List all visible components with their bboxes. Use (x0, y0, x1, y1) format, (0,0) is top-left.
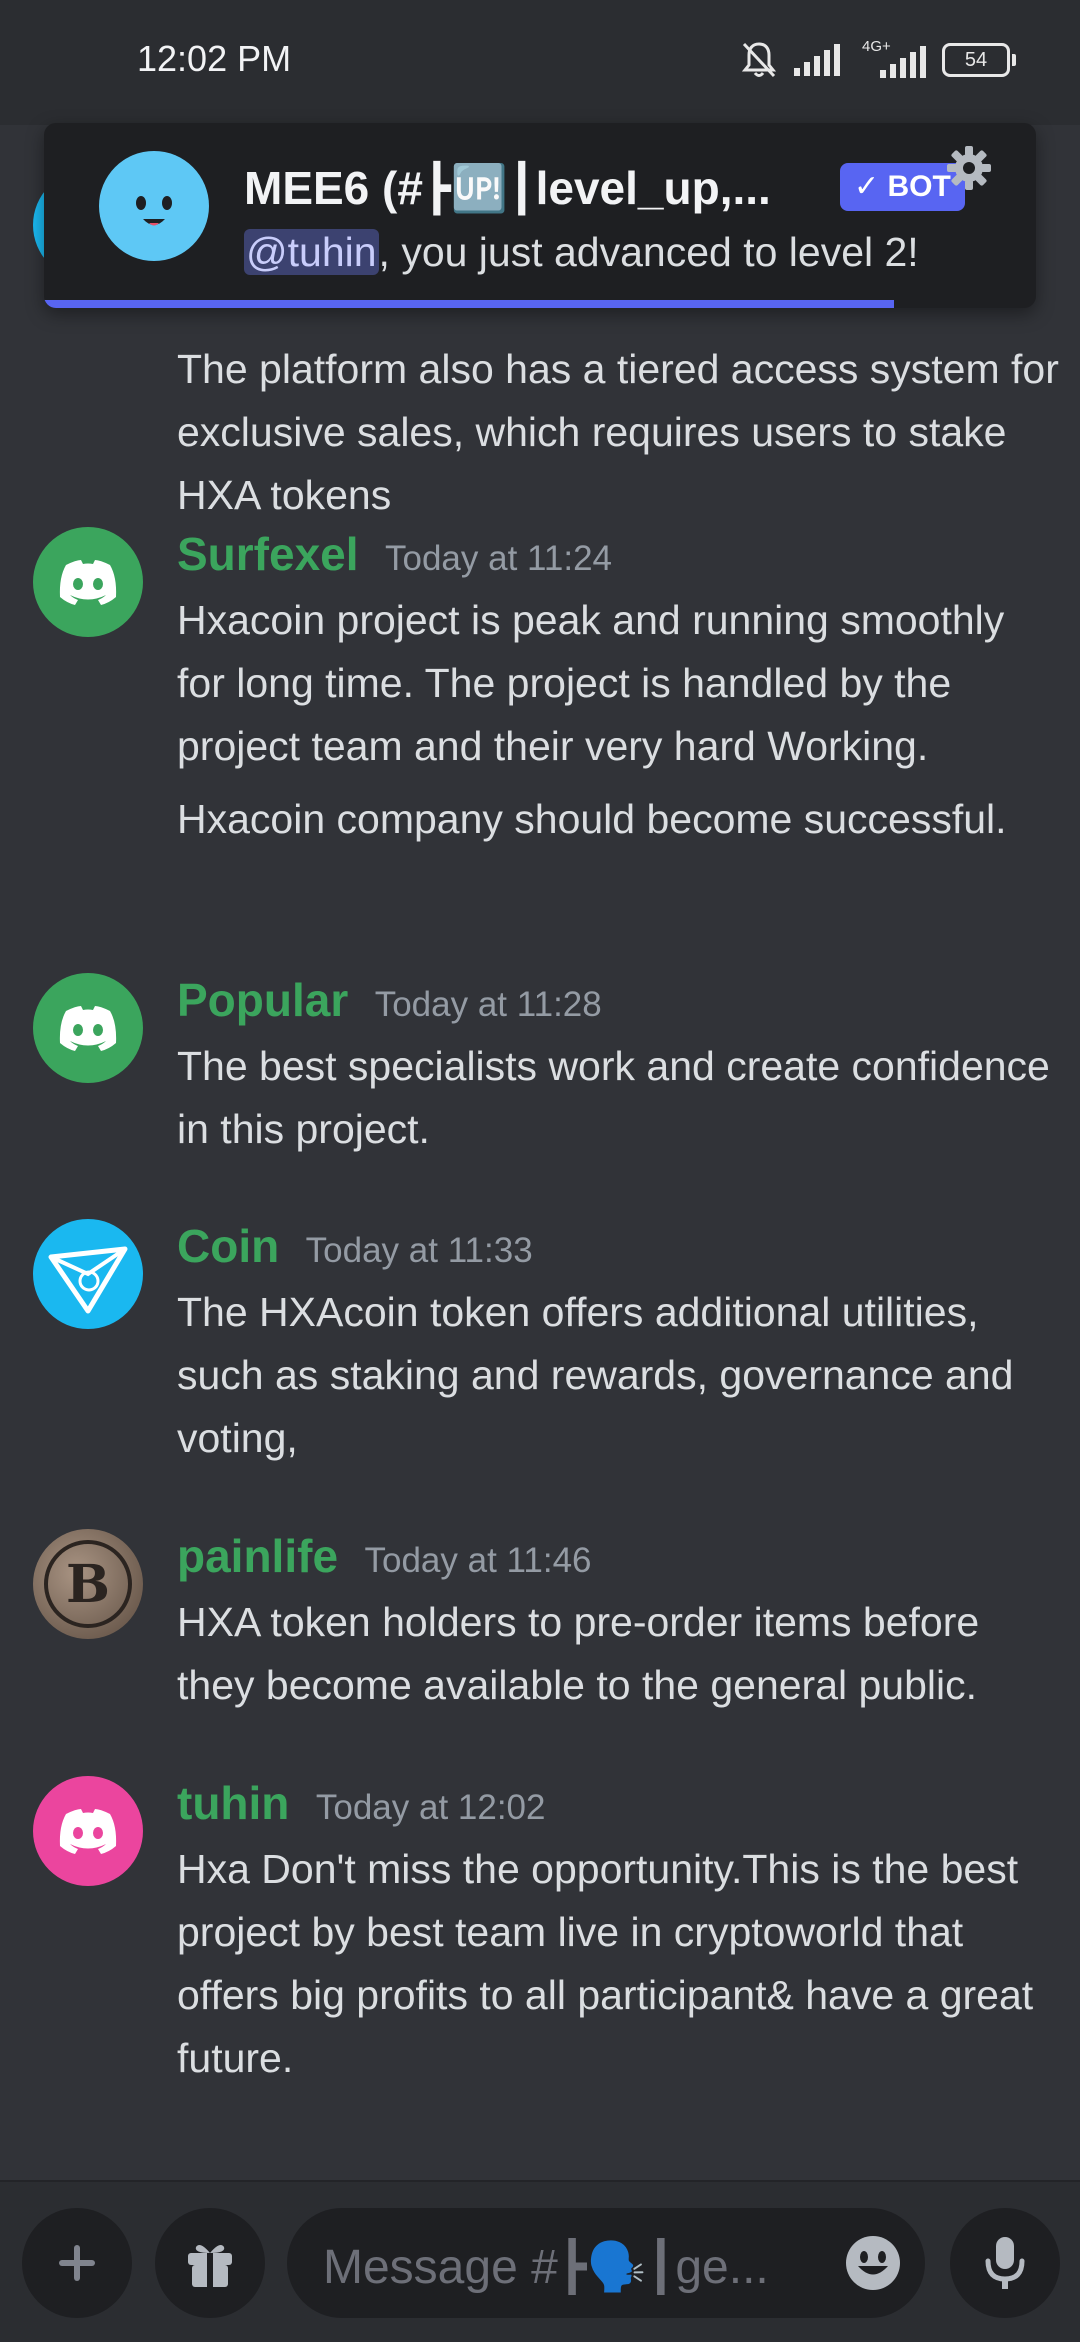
battery-indicator: 54 (942, 43, 1016, 77)
discord-logo-icon (59, 1006, 117, 1051)
status-bar: 12:02 PM 4G+ 54 (0, 0, 1080, 125)
status-icons: 4G+ 54 (740, 38, 1016, 80)
username[interactable]: Coin (177, 1220, 279, 1272)
username[interactable]: Popular (177, 974, 348, 1026)
message-placeholder: Message #┣🗣️┃ge... (323, 2241, 769, 2294)
avatar[interactable] (33, 527, 143, 637)
mee6-face-icon (136, 196, 172, 226)
message-text: HXA token holders to pre-order items bef… (177, 1599, 980, 1708)
message-text: Hxacoin project is peak and running smoo… (177, 597, 1005, 769)
username[interactable]: Surfexel (177, 528, 359, 580)
notification-text: @tuhin, you just advanced to level 2! (244, 229, 919, 276)
mee6-avatar (99, 151, 209, 261)
gift-icon (188, 2245, 232, 2287)
avatar[interactable]: B (33, 1529, 143, 1639)
battery-level: 54 (964, 49, 988, 71)
discord-logo-icon (59, 1809, 117, 1854)
svg-text:B: B (66, 1554, 110, 1615)
discord-logo-icon (59, 560, 117, 605)
message-text: The best specialists work and create con… (177, 1043, 1050, 1152)
message-text: Hxa Don't miss the opportunity.This is t… (177, 1846, 1034, 2081)
notification-title: MEE6 (#┣🆙┃level_up,... (244, 162, 771, 214)
bell-muted-icon (741, 42, 777, 78)
bitcoin-coin-icon: B (44, 1540, 132, 1628)
avatar[interactable] (33, 973, 143, 1083)
checkmark-icon: ✓ (854, 170, 880, 203)
level-up-notification[interactable]: MEE6 (#┣🆙┃level_up,... ✓ BOT @tuhin, you… (44, 123, 1036, 308)
gear-icon[interactable] (946, 145, 992, 191)
avatar[interactable] (33, 1776, 143, 1886)
timestamp: Today at 11:33 (305, 1231, 533, 1270)
message-text: The HXAcoin token offers additional util… (177, 1289, 1014, 1461)
message-text: Hxacoin company should become successful… (177, 796, 1007, 842)
timestamp: Today at 11:24 (384, 539, 613, 578)
timestamp: Today at 12:02 (315, 1788, 546, 1827)
user-mention[interactable]: @tuhin (244, 229, 379, 275)
message-input[interactable]: Message #┣🗣️┃ge... (287, 2208, 925, 2318)
add-attachment-button[interactable] (22, 2208, 132, 2318)
timestamp: Today at 11:46 (364, 1541, 592, 1580)
message-text: The platform also has a tiered access sy… (177, 346, 1059, 518)
gift-button[interactable] (155, 2208, 265, 2318)
network-4g-indicator: 4G+ (860, 38, 926, 78)
username[interactable]: tuhin (177, 1777, 289, 1829)
emoji-icon[interactable] (843, 2233, 903, 2293)
notification-timer-bar (44, 300, 894, 308)
plus-icon (59, 2245, 95, 2281)
signal-icon (794, 44, 840, 76)
message-list[interactable]: The platform also has a tiered access sy… (0, 125, 1080, 2180)
microphone-icon (985, 2237, 1025, 2289)
bot-badge-label: BOT (887, 170, 951, 203)
notification-message: , you just advanced to level 2! (378, 229, 919, 275)
timestamp: Today at 11:28 (374, 985, 602, 1024)
signal-4g-icon (880, 46, 926, 78)
coin-logo-icon (48, 1246, 128, 1314)
username[interactable]: painlife (177, 1530, 338, 1582)
avatar[interactable] (33, 1219, 143, 1329)
voice-message-button[interactable] (950, 2208, 1060, 2318)
status-time: 12:02 PM (137, 38, 292, 79)
